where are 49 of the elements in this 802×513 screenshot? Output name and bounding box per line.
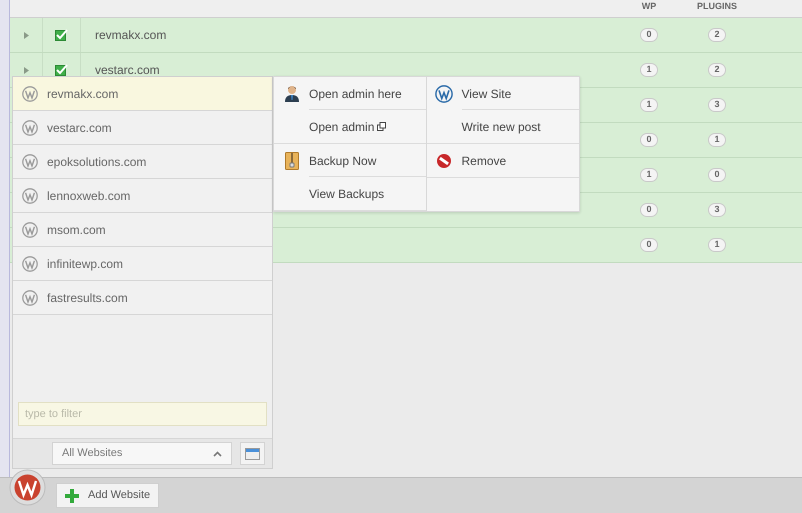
site-name: vestarc.com xyxy=(95,63,160,77)
filter-field[interactable]: type to filter xyxy=(18,402,267,426)
count-badge: 1 xyxy=(640,98,658,112)
wordpress-logo-icon xyxy=(435,84,453,102)
count-badge: 0 xyxy=(640,203,658,217)
wordpress-logo-icon[interactable] xyxy=(9,469,46,506)
prohibited-icon xyxy=(436,152,452,168)
wordpress-logo-icon xyxy=(22,290,38,306)
person-icon xyxy=(284,85,300,102)
table-row[interactable]: revmakx.com 0 2 xyxy=(10,18,802,53)
new-window-icon xyxy=(377,122,386,131)
count-badge: 3 xyxy=(708,98,726,112)
wordpress-logo-icon xyxy=(22,120,38,136)
wordpress-logo-icon xyxy=(22,222,38,238)
count-badge: 1 xyxy=(708,238,726,252)
column-header: WP xyxy=(640,0,658,12)
chevron-up-icon xyxy=(213,450,222,456)
count-badge: 1 xyxy=(640,168,658,182)
plus-icon xyxy=(65,488,79,502)
site-name: revmakx.com xyxy=(95,28,166,42)
count-badge: 1 xyxy=(708,133,726,147)
website-group-select[interactable]: All Websites xyxy=(52,442,232,465)
wordpress-logo-icon xyxy=(22,188,38,204)
count-badge: 0 xyxy=(640,28,658,42)
wordpress-logo-icon xyxy=(22,154,38,170)
count-badge: 2 xyxy=(708,63,726,77)
zip-folder-icon xyxy=(284,152,298,170)
count-badge: 1 xyxy=(640,63,658,77)
checkbox[interactable] xyxy=(55,29,68,41)
window-icon-button[interactable] xyxy=(240,442,265,465)
count-badge: 0 xyxy=(640,133,658,147)
menu-item[interactable]: View Backups xyxy=(274,177,426,210)
wordpress-logo-icon xyxy=(22,256,38,272)
window-icon xyxy=(245,448,260,460)
count-badge: 0 xyxy=(708,168,726,182)
count-badge: 0 xyxy=(640,238,658,252)
site-list-item[interactable]: revmakx.com xyxy=(13,77,272,111)
count-badge: 2 xyxy=(708,28,726,42)
checkbox[interactable] xyxy=(55,64,68,76)
expand-arrow-icon[interactable] xyxy=(24,32,28,38)
menu-item[interactable]: Write new post xyxy=(426,110,579,143)
count-badge: 3 xyxy=(708,203,726,217)
wordpress-logo-icon xyxy=(22,86,38,102)
add-website-button[interactable]: Add Website xyxy=(56,483,160,508)
column-header: PLUGINS xyxy=(696,0,738,12)
menu-item[interactable]: Backup Now xyxy=(274,144,426,177)
expand-arrow-icon[interactable] xyxy=(24,66,28,74)
menu-item[interactable]: Open admin xyxy=(274,110,426,143)
menu-item[interactable]: Remove xyxy=(426,144,579,177)
